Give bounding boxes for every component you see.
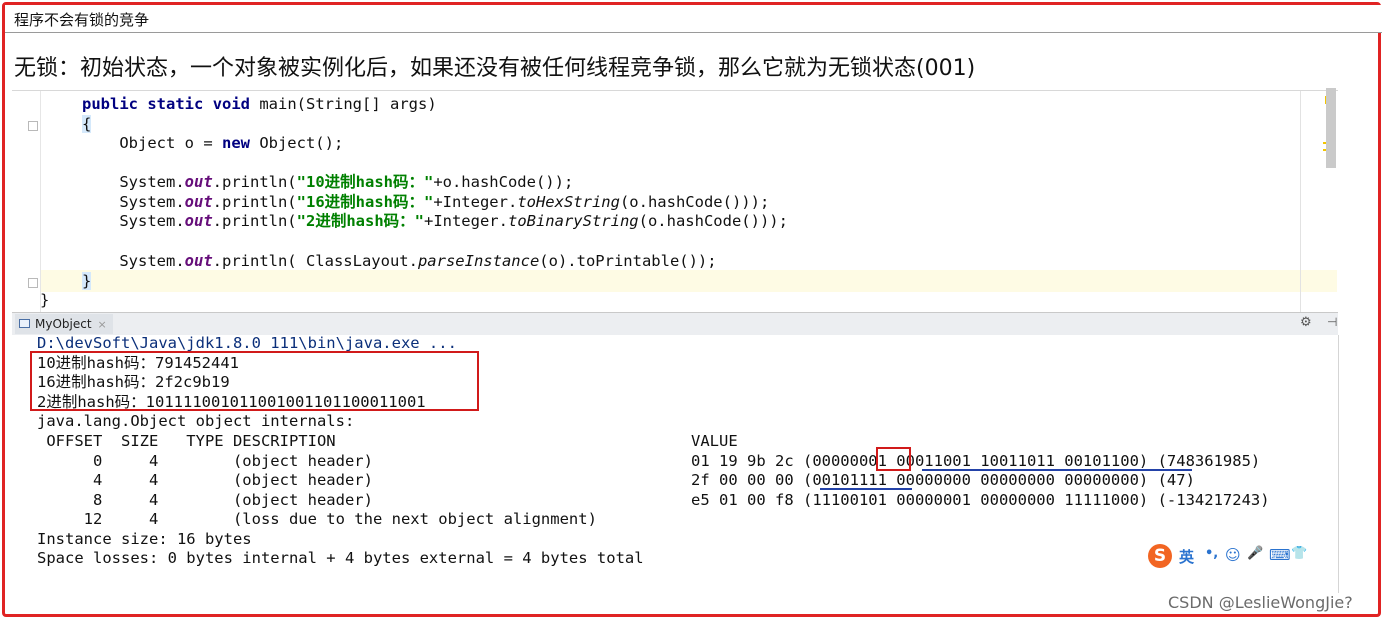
- hide-panel-icon[interactable]: ⊣: [1327, 315, 1337, 329]
- fold-marker-icon[interactable]: [28, 121, 38, 131]
- sogou-logo-icon[interactable]: S: [1148, 544, 1172, 568]
- ime-toolbar[interactable]: S 英 •, ☺ 🎤 ⌨ 👕: [1143, 543, 1338, 569]
- code-line-close-brace: }: [82, 272, 92, 290]
- console-row-left: 0 4 (object header): [37, 452, 373, 470]
- console-header-cols: OFFSET SIZE TYPE DESCRIPTION: [37, 432, 336, 450]
- console-value-col: VALUE: [691, 432, 738, 450]
- ime-language-toggle[interactable]: 英: [1179, 546, 1194, 567]
- gear-icon[interactable]: ⚙: [1300, 315, 1312, 330]
- slide-header: 程序不会有锁的竞争: [5, 5, 1382, 33]
- lock-description: 无锁：初始状态，一个对象被实例化后，如果还没有被任何线程竞争锁，那么它就为无锁状…: [14, 56, 976, 81]
- code-line-main: public static void main(String[] args): [82, 95, 437, 113]
- code-line-classlayout: System.out.println( ClassLayout.parseIns…: [82, 252, 717, 270]
- code-line-hash16: System.out.println("16进制hash码："+Integer.…: [82, 193, 770, 211]
- run-tab-myobject[interactable]: MyObject ×: [15, 314, 113, 334]
- hash-underline: [922, 469, 1192, 471]
- run-tab-label: MyObject: [35, 317, 92, 331]
- emoji-icon[interactable]: ☺: [1225, 546, 1241, 564]
- code-editor[interactable]: public static void main(String[] args) {…: [12, 90, 1338, 313]
- console-row-left: 12 4 (loss due to the next object alignm…: [37, 510, 597, 528]
- editor-scrollbar-thumb[interactable]: [1326, 88, 1336, 168]
- punctuation-icon[interactable]: •,: [1205, 546, 1218, 561]
- console-scrollbar[interactable]: [1338, 335, 1339, 593]
- microphone-icon[interactable]: 🎤: [1247, 546, 1263, 561]
- console-row-left: 4 4 (object header): [37, 471, 373, 489]
- code-line-class-close: }: [40, 291, 50, 309]
- hash-annotation-box: [30, 351, 479, 411]
- code-line-object: Object o = new Object();: [82, 134, 344, 152]
- editor-right-margin: [1300, 91, 1301, 313]
- fold-marker-icon[interactable]: [28, 278, 38, 288]
- run-tool-window-header: MyObject × ⚙ ⊣: [12, 312, 1338, 336]
- lock-bits-annotation-box: [876, 447, 911, 471]
- skin-icon[interactable]: 👕: [1291, 546, 1307, 561]
- console-space-losses: Space losses: 0 bytes internal + 4 bytes…: [37, 549, 644, 567]
- console-instance-size: Instance size: 16 bytes: [37, 530, 252, 548]
- slide-title: 程序不会有锁的竞争: [14, 11, 150, 29]
- code-line-open-brace: {: [82, 115, 92, 133]
- code-line-hash10: System.out.println("10进制hash码："+o.hashCo…: [82, 173, 574, 191]
- current-line-highlight: [41, 270, 1337, 292]
- console-row-left: 8 4 (object header): [37, 491, 373, 509]
- console-icon: [19, 319, 30, 328]
- hash-underline: [820, 488, 912, 490]
- code-line-hash2: System.out.println("2进制hash码："+Integer.t…: [82, 212, 788, 230]
- keyboard-icon[interactable]: ⌨: [1269, 546, 1291, 564]
- close-icon[interactable]: ×: [98, 318, 107, 331]
- csdn-watermark: CSDN @LeslieWongJie?: [1168, 593, 1353, 612]
- editor-gutter: [12, 91, 41, 313]
- console-internals-title: java.lang.Object object internals:: [37, 412, 355, 430]
- console-row-value: e5 01 00 f8 (11100101 00000001 00000000 …: [691, 491, 1270, 509]
- console-row-value: 2f 00 00 00 (00101111 00000000 00000000 …: [691, 471, 1195, 489]
